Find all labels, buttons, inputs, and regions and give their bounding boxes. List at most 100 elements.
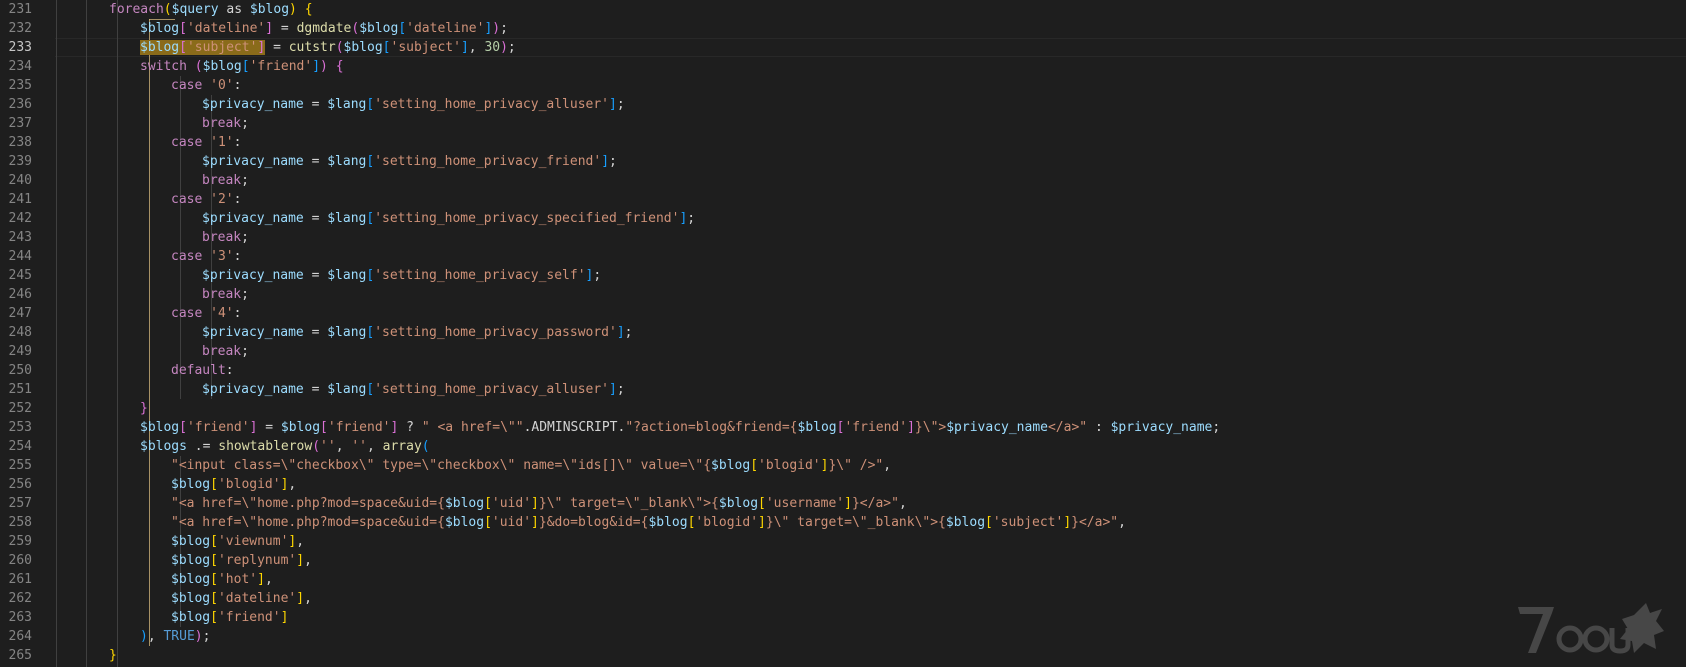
code-line[interactable]: switch ($blog['friend']) { bbox=[140, 57, 344, 76]
code-token: ( bbox=[194, 59, 203, 74]
indent-guide bbox=[117, 0, 118, 667]
code-token: ] bbox=[609, 382, 617, 397]
code-line[interactable]: break; bbox=[202, 114, 249, 133]
code-token: , bbox=[264, 572, 273, 587]
code-line[interactable]: $blog['replynum'], bbox=[171, 551, 312, 570]
code-token: [ bbox=[179, 21, 187, 36]
line-number: 251 bbox=[8, 382, 32, 397]
code-token: , bbox=[296, 534, 305, 549]
code-line[interactable]: break; bbox=[202, 228, 249, 247]
code-token: $privacy_name bbox=[202, 325, 304, 340]
code-line[interactable]: break; bbox=[202, 342, 249, 361]
code-token: : bbox=[233, 306, 242, 321]
code-token: 'uid' bbox=[491, 496, 532, 511]
code-token: ] bbox=[531, 496, 539, 511]
code-line[interactable]: $privacy_name = $lang['setting_home_priv… bbox=[202, 95, 625, 114]
code-token: [ bbox=[484, 496, 492, 511]
code-line[interactable]: case '2': bbox=[171, 190, 241, 209]
code-line[interactable]: break; bbox=[202, 171, 249, 190]
code-token: "?action=blog&friend={ bbox=[625, 420, 798, 435]
code-line[interactable]: } bbox=[109, 646, 117, 665]
line-number: 263 bbox=[8, 610, 32, 625]
code-token: = bbox=[265, 40, 289, 55]
code-token: ) bbox=[500, 40, 508, 55]
line-number: 247 bbox=[8, 306, 32, 321]
indent-guide bbox=[56, 0, 57, 667]
code-line[interactable]: $privacy_name = $lang['setting_home_priv… bbox=[202, 209, 695, 228]
code-token: ) bbox=[289, 2, 297, 17]
code-token: 'blogid' bbox=[758, 458, 821, 473]
code-token: : bbox=[233, 249, 242, 264]
code-line[interactable]: $blog['friend'] = $blog['friend'] ? " <a… bbox=[140, 418, 1220, 437]
code-token: ; bbox=[241, 173, 249, 188]
code-token: $blog bbox=[444, 515, 485, 530]
code-token: 'subject' bbox=[390, 40, 461, 55]
code-line[interactable]: $privacy_name = $lang['setting_home_priv… bbox=[202, 380, 625, 399]
code-token: ; bbox=[500, 21, 508, 36]
code-line[interactable]: $privacy_name = $lang['setting_home_priv… bbox=[202, 152, 617, 171]
code-line[interactable]: case '4': bbox=[171, 304, 241, 323]
code-line[interactable]: $blog['viewnum'], bbox=[171, 532, 304, 551]
line-number: 232 bbox=[8, 21, 32, 36]
code-token: 'setting_home_privacy_friend' bbox=[374, 154, 602, 169]
code-line[interactable]: $blog['subject'] = cutstr($blog['subject… bbox=[140, 38, 516, 57]
code-line[interactable]: default: bbox=[171, 361, 234, 380]
code-token: ; bbox=[241, 287, 249, 302]
code-token: }</a>" bbox=[851, 496, 899, 511]
code-line[interactable]: $blog['blogid'], bbox=[171, 475, 296, 494]
code-line[interactable]: "<input class=\"checkbox\" type=\"checkb… bbox=[171, 456, 891, 475]
line-number: 260 bbox=[8, 553, 32, 568]
code-token: '' bbox=[320, 439, 336, 454]
line-number: 245 bbox=[8, 268, 32, 283]
code-line[interactable]: break; bbox=[202, 285, 249, 304]
code-line[interactable]: "<a href=\"home.php?mod=space&uid={$blog… bbox=[171, 513, 1126, 532]
code-token: [ bbox=[985, 515, 993, 530]
code-token: $query bbox=[171, 2, 219, 17]
code-token: $privacy_name bbox=[202, 97, 304, 112]
code-token: $privacy_name bbox=[1110, 420, 1213, 435]
code-token: case bbox=[171, 78, 203, 93]
code-line[interactable]: $blog['friend'] bbox=[171, 608, 288, 627]
code-token: [ bbox=[382, 40, 391, 55]
code-line[interactable]: case '0': bbox=[171, 76, 241, 95]
code-token: ] bbox=[758, 515, 766, 530]
code-line[interactable]: $blog['dateline'], bbox=[171, 589, 312, 608]
line-number: 249 bbox=[8, 344, 32, 359]
line-number: 236 bbox=[8, 97, 32, 112]
code-token: , bbox=[147, 629, 164, 644]
code-token: 'friend' bbox=[844, 420, 908, 435]
code-token: ? bbox=[398, 420, 422, 435]
code-token: </a>" bbox=[1047, 420, 1088, 435]
code-line[interactable]: "<a href=\"home.php?mod=space&uid={$blog… bbox=[171, 494, 907, 513]
code-line[interactable]: $blog['hot'], bbox=[171, 570, 273, 589]
code-token: [ bbox=[758, 496, 766, 511]
code-line[interactable]: $privacy_name = $lang['setting_home_priv… bbox=[202, 266, 601, 285]
code-token: ( bbox=[351, 21, 360, 36]
code-token: { bbox=[335, 59, 344, 74]
code-line[interactable]: case '1': bbox=[171, 133, 241, 152]
code-line[interactable]: case '3': bbox=[171, 247, 241, 266]
code-line[interactable]: $blogs .= showtablerow('', '', array( bbox=[140, 437, 430, 456]
code-token: $blog bbox=[171, 553, 211, 568]
code-token: = bbox=[257, 420, 281, 435]
code-token: }\" target=\"_blank\">{ bbox=[538, 496, 719, 511]
code-line[interactable]: foreach($query as $blog) { bbox=[109, 0, 313, 19]
code-token: = bbox=[303, 211, 328, 226]
code-token: 'setting_home_privacy_alluser' bbox=[374, 97, 610, 112]
line-number: 261 bbox=[8, 572, 32, 587]
code-token: ; bbox=[241, 116, 249, 131]
code-token: break bbox=[202, 344, 242, 359]
code-editor[interactable]: 231 232 233 234 235 236 237 238 239 240 241 242 243 2… bbox=[0, 0, 1686, 667]
code-token: ; bbox=[241, 230, 249, 245]
code-line[interactable]: ), TRUE); bbox=[140, 627, 210, 646]
code-token: { bbox=[304, 2, 313, 17]
code-line[interactable]: } bbox=[140, 399, 148, 418]
code-token: 'friend' bbox=[217, 610, 281, 625]
indent-guide bbox=[180, 76, 181, 399]
code-line[interactable]: $blog['dateline'] = dgmdate($blog['datel… bbox=[140, 19, 508, 38]
code-token: ; bbox=[507, 40, 516, 55]
code-token: 'setting_home_privacy_password' bbox=[374, 325, 617, 340]
code-token: [ bbox=[210, 610, 218, 625]
code-line[interactable]: $privacy_name = $lang['setting_home_priv… bbox=[202, 323, 633, 342]
